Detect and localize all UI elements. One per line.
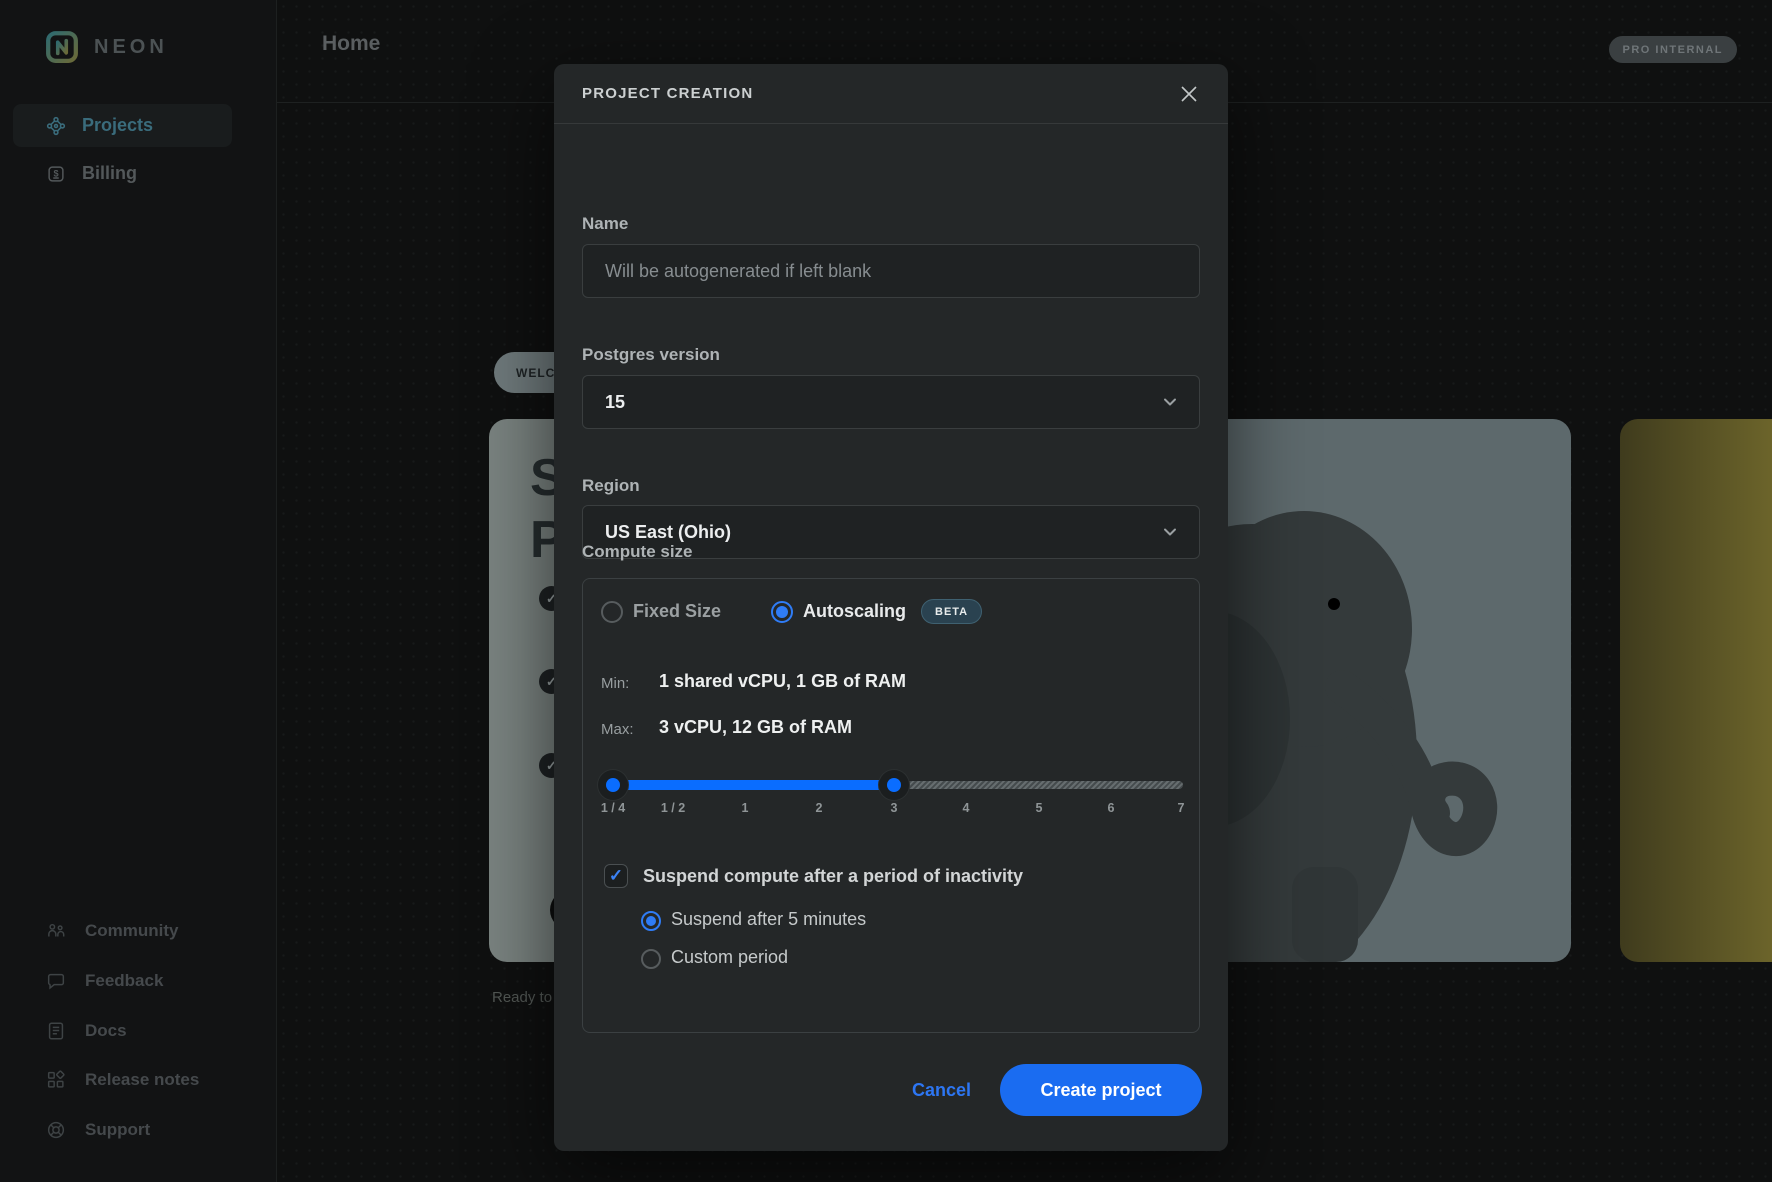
autoscaling-label[interactable]: Autoscaling [803, 601, 906, 622]
sidebar: NEON Projects $ Billing [0, 0, 277, 1182]
chevron-down-icon [1159, 521, 1181, 543]
suspend-compute-checkbox[interactable]: ✓ [604, 864, 628, 888]
fixed-size-label[interactable]: Fixed Size [633, 601, 721, 622]
docs-icon [45, 1020, 67, 1042]
close-button[interactable] [1174, 79, 1204, 109]
max-value: 3 vCPU, 12 GB of RAM [659, 717, 852, 738]
postgres-version-value: 15 [605, 392, 1159, 413]
suspend-after-5-minutes-label[interactable]: Suspend after 5 minutes [671, 909, 866, 930]
slider-max-handle[interactable] [879, 770, 909, 800]
autoscaling-radio[interactable] [771, 601, 793, 623]
elephant-promo-card [1192, 419, 1571, 962]
elephant-image [1192, 419, 1571, 962]
slider-tick: 5 [1036, 801, 1043, 815]
slider-tick: 6 [1108, 801, 1115, 815]
min-value: 1 shared vCPU, 1 GB of RAM [659, 671, 906, 692]
create-project-button[interactable]: Create project [1000, 1064, 1202, 1116]
compute-size-label: Compute size [582, 542, 693, 562]
min-label: Min: [601, 675, 629, 692]
slider-active-range [613, 780, 894, 790]
support-icon [45, 1119, 67, 1141]
compute-size-slider[interactable] [601, 776, 1183, 794]
slider-tick: 1 [742, 801, 749, 815]
region-label: Region [582, 476, 640, 496]
neon-logo[interactable]: NEON [45, 30, 168, 64]
fixed-size-radio[interactable] [601, 601, 623, 623]
slider-tick: 4 [963, 801, 970, 815]
sidebar-item-label: Community [85, 921, 179, 941]
sidebar-item-release-notes[interactable]: Release notes [45, 1060, 199, 1100]
welcome-card-caption: Ready to [492, 989, 552, 1006]
sidebar-item-feedback[interactable]: Feedback [45, 961, 163, 1001]
neon-logo-icon [45, 30, 79, 64]
sidebar-item-label: Support [85, 1120, 150, 1140]
plan-badge: PRO INTERNAL [1609, 36, 1738, 63]
release-notes-icon [45, 1069, 67, 1091]
beta-badge: BETA [921, 599, 982, 624]
sidebar-item-label: Billing [82, 163, 137, 184]
projects-icon [45, 115, 67, 137]
custom-period-radio[interactable] [641, 949, 661, 969]
modal-header: PROJECT CREATION [554, 64, 1228, 124]
close-icon [1176, 81, 1202, 107]
community-icon [45, 920, 67, 942]
sidebar-item-label: Docs [85, 1021, 127, 1041]
sidebar-item-community[interactable]: Community [45, 911, 179, 951]
suspend-compute-label[interactable]: Suspend compute after a period of inacti… [643, 866, 1023, 887]
slider-tick: 3 [891, 801, 898, 815]
slider-tick: 7 [1178, 801, 1185, 815]
modal-title: PROJECT CREATION [582, 85, 1174, 102]
olive-promo-card [1620, 419, 1772, 962]
svg-text:$: $ [53, 168, 58, 178]
page-title: Home [322, 32, 380, 56]
sidebar-item-label: Projects [82, 115, 153, 136]
region-value: US East (Ohio) [605, 522, 1159, 543]
sidebar-item-docs[interactable]: Docs [45, 1011, 127, 1051]
project-creation-modal: PROJECT CREATION Name Postgres version 1… [554, 64, 1228, 1151]
brand-name: NEON [94, 36, 168, 59]
sidebar-item-label: Feedback [85, 971, 163, 991]
sidebar-item-billing[interactable]: $ Billing [13, 152, 232, 195]
sidebar-item-support[interactable]: Support [45, 1110, 150, 1150]
project-name-input[interactable] [582, 244, 1200, 298]
billing-icon: $ [45, 163, 67, 185]
slider-tick: 1 / 2 [661, 801, 685, 815]
feedback-icon [45, 970, 67, 992]
postgres-version-label: Postgres version [582, 345, 720, 365]
cancel-button[interactable]: Cancel [912, 1072, 971, 1108]
slider-min-handle[interactable] [598, 770, 628, 800]
name-label: Name [582, 214, 628, 234]
custom-period-label[interactable]: Custom period [671, 947, 788, 968]
app-screen: Home PRO INTERNAL WELCOME S P ✓ ✓ ✓ Read… [0, 0, 1772, 1182]
sidebar-item-projects[interactable]: Projects [13, 104, 232, 147]
suspend-after-5-minutes-radio[interactable] [641, 911, 661, 931]
slider-tick: 1 / 4 [601, 801, 625, 815]
sidebar-item-label: Release notes [85, 1070, 199, 1090]
slider-tick: 2 [816, 801, 823, 815]
compute-size-box: Fixed Size Autoscaling BETA Min: 1 share… [582, 578, 1200, 1033]
chevron-down-icon [1159, 391, 1181, 413]
postgres-version-select[interactable]: 15 [582, 375, 1200, 429]
max-label: Max: [601, 721, 634, 738]
